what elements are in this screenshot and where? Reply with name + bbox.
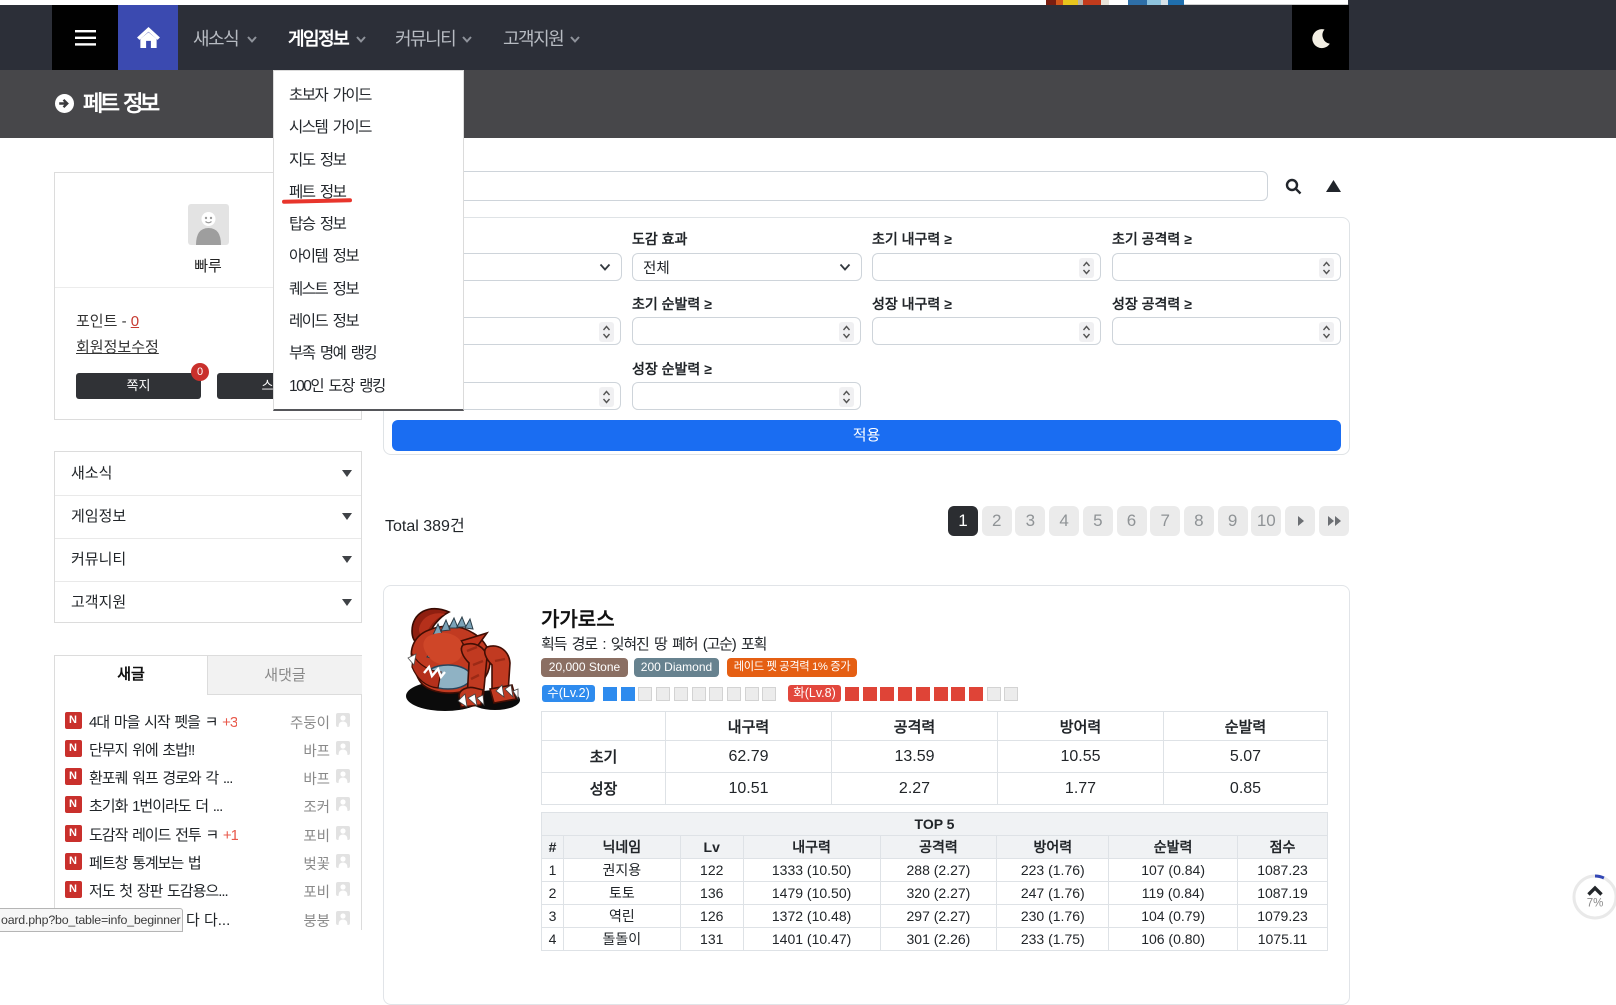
svg-text:7%: 7% [1587,898,1604,910]
